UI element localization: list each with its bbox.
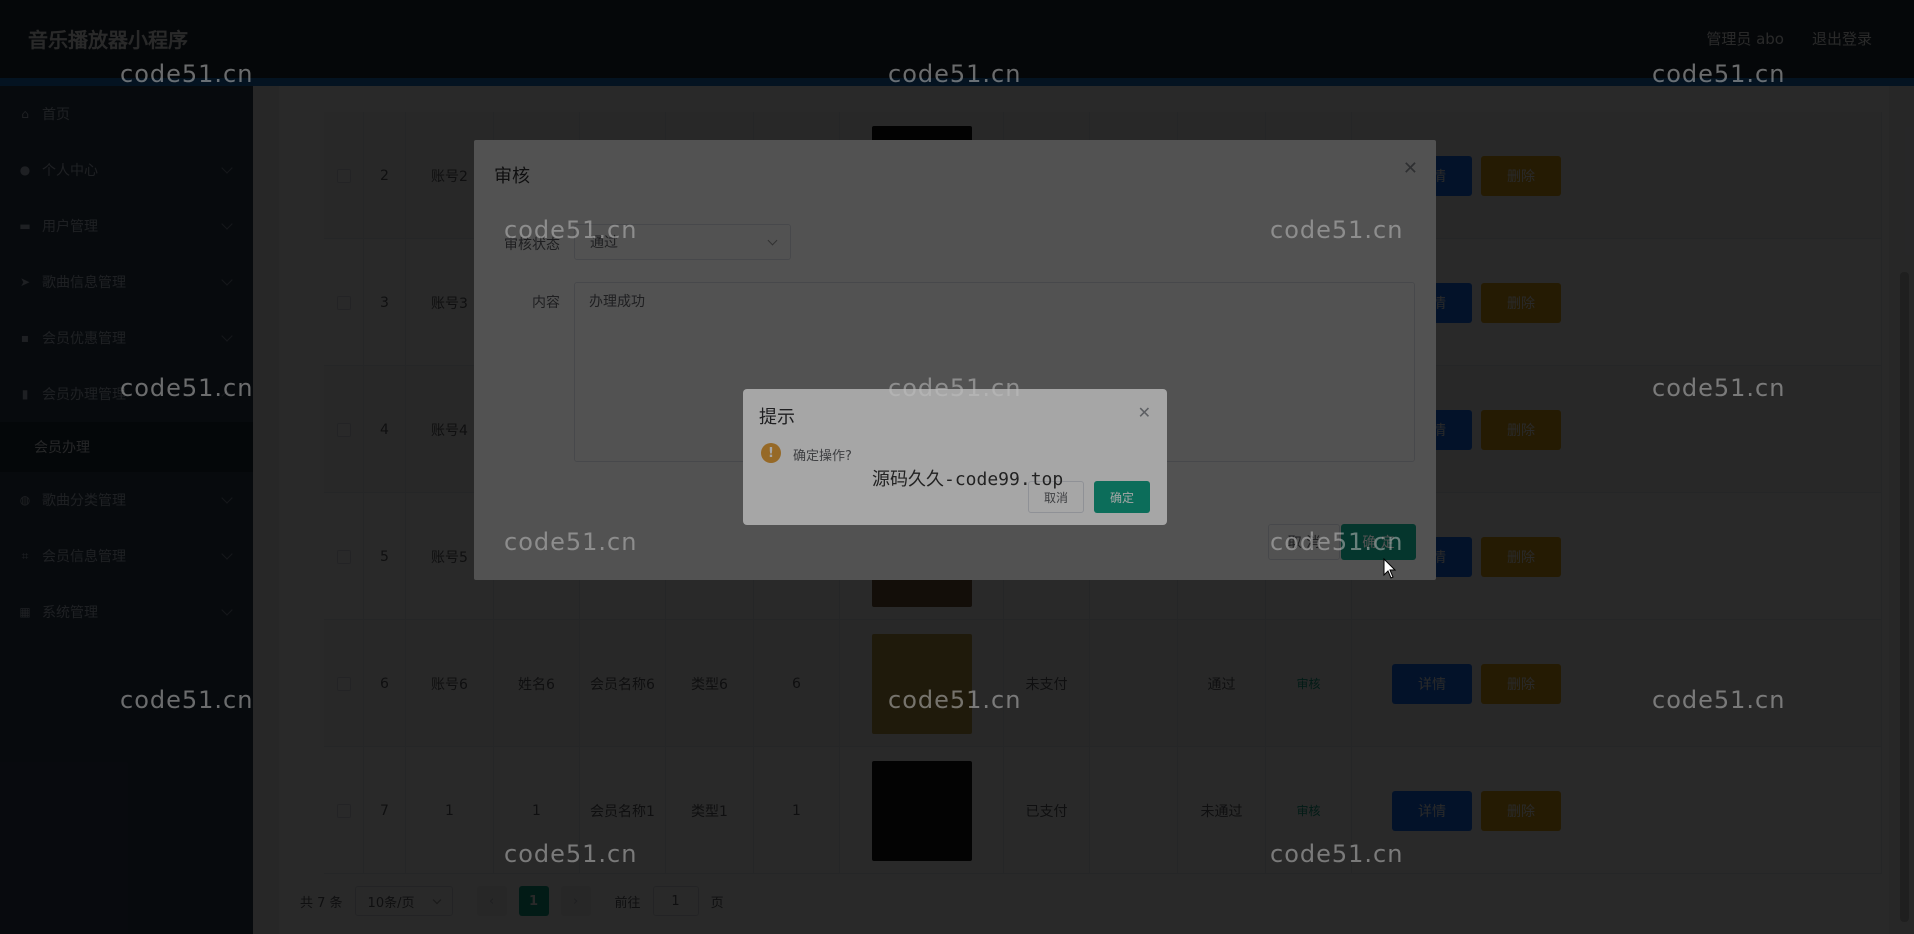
confirm-message: 确定操作? bbox=[793, 449, 852, 464]
confirm-box: 提示 ✕ ! 确定操作? 取消 确定 bbox=[743, 389, 1167, 525]
mouse-cursor-icon bbox=[1383, 558, 1397, 579]
confirm-ok-button[interactable]: 确定 bbox=[1094, 481, 1150, 513]
overlay-text: 源码久久-code99.top bbox=[872, 469, 1064, 490]
confirm-title: 提示 bbox=[759, 407, 795, 428]
warning-icon: ! bbox=[761, 443, 781, 463]
close-icon[interactable]: ✕ bbox=[1138, 403, 1151, 422]
